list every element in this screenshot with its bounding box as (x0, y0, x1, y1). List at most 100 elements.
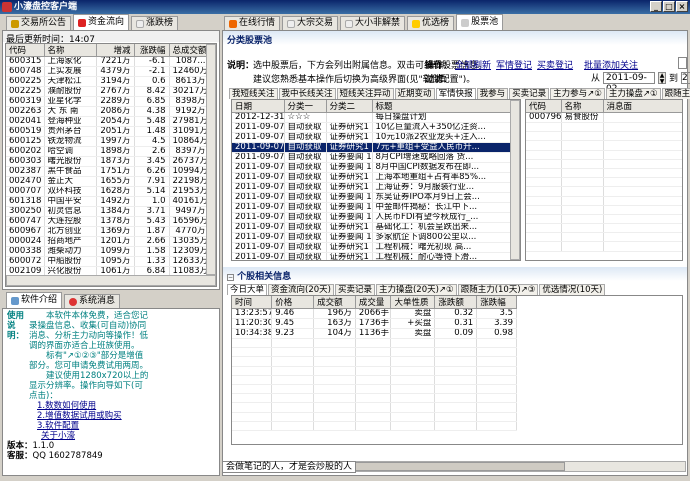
fund-flow-row[interactable]: 000707 双环科技 1628万 5.14 21953万 (6, 186, 210, 197)
batch-add-watch-link[interactable]: 批量添加关注 (584, 58, 638, 71)
fund-flow-row[interactable]: 002225 濮耐股份 2767万 8.42 30217万 (6, 86, 210, 97)
subtab[interactable]: 主力操盘↗① (605, 88, 661, 99)
subtab[interactable]: 我短线关注 (229, 88, 278, 99)
fund-flow-row[interactable]: 600748 上实发展 4379万 -2.1 12460万 (6, 66, 210, 77)
subtab[interactable]: 我中长线关注 (278, 88, 336, 99)
subtab[interactable]: 我参与 (476, 88, 509, 99)
fund-flow-column-header[interactable]: 涨跌幅 (134, 44, 170, 57)
tab-gainers[interactable]: 涨跌榜 (131, 16, 179, 30)
vertical-scrollbar[interactable] (510, 100, 520, 260)
link-settings[interactable]: 3.软件配置 (29, 421, 149, 431)
news-row[interactable]: 2011-09-07 自动获取 证券要闻 1 8月CPI增速或略回落 货... (232, 152, 513, 163)
news-column-header[interactable]: 日期 (232, 100, 285, 113)
tab-system-message[interactable]: 系统消息 (64, 294, 121, 308)
news-row[interactable]: 2012-12-31 ☆☆☆ 每日操盘计划 (232, 112, 513, 123)
news-row[interactable]: 2011-09-07 自动获取 证券研究1 基础化工：机会呈跌出来... (232, 222, 513, 233)
link-about[interactable]: 关于小濠 (29, 431, 149, 441)
news-column-header[interactable]: 分类二 (326, 100, 373, 113)
info-tab[interactable]: 资金流向(20天) (268, 284, 334, 295)
tab-live-quotes[interactable]: 在线行情 (224, 16, 281, 30)
deal-column-header[interactable]: 大单性质 (390, 296, 436, 309)
deal-column-header[interactable]: 价格 (271, 296, 315, 309)
info-tab[interactable]: 今日大单 (227, 284, 268, 295)
news-column-header[interactable]: 分类一 (284, 100, 327, 113)
subtab[interactable]: 买卖记录 (509, 88, 550, 99)
fund-flow-row[interactable]: 300127银河磁体938万8.5110601万 (6, 287, 209, 288)
minimize-button[interactable]: _ (650, 1, 662, 12)
news-row[interactable]: 2011-09-07 自动获取 证券研究1 10亿巨量流入+350亿注资... (232, 122, 513, 133)
info-tab[interactable]: 主力操盘(20天)↗① (375, 284, 457, 295)
fund-flow-row[interactable]: 600202 哈空调 1898万 2.6 8397万 (6, 146, 210, 157)
tab-top-picks[interactable]: 优选榜 (407, 16, 455, 30)
fund-flow-row[interactable]: 000338 潍柴动力 1099万 1.58 12309万 (6, 246, 210, 257)
link-trial-purchase[interactable]: 2.增值数据试用或购买 (29, 411, 149, 421)
fund-flow-column-header[interactable]: 总成交额 (169, 44, 210, 57)
subtab[interactable]: 主力参与↗① (550, 88, 605, 99)
fund-flow-row[interactable]: 600747 大连控股 1378万 5.43 16596万 (6, 216, 210, 227)
refresh-all-link[interactable]: 全部刷新 (455, 58, 491, 71)
news-row[interactable]: 2011-09-07 自动获取 证券研究1 10元10派2农业龙头+注入... (232, 132, 513, 143)
subtab[interactable]: 短线关注异动 (336, 88, 394, 99)
checkbox[interactable] (678, 57, 687, 69)
fund-flow-row[interactable]: 600967 北方创业 1369万 1.87 4770万 (6, 226, 210, 237)
subtab[interactable]: 跟随主力↗② (661, 88, 690, 99)
maximize-button[interactable]: □ (663, 1, 675, 12)
info-tab[interactable]: 跟随主力(10天)↗③ (457, 284, 539, 295)
stock-column-header[interactable]: 名称 (561, 100, 604, 113)
fund-flow-row[interactable]: 600319 亚星化学 2289万 6.85 8398万 (6, 96, 210, 107)
news-row[interactable]: 2011-09-07 自动获取 证券研究1 上海证券：9月服装行业... (232, 182, 513, 193)
deal-column-header[interactable]: 成交额 (313, 296, 356, 309)
fund-flow-row[interactable]: 600519 贵州茅台 2051万 1.48 31091万 (6, 126, 210, 137)
fund-flow-column-header[interactable]: 名称 (44, 44, 97, 57)
fund-flow-column-header[interactable]: 代码 (6, 44, 45, 57)
news-row[interactable]: 2011-09-07 自动获取 证券要闻 1 东吴证券IPO本月9日上会... (232, 192, 513, 203)
info-tab[interactable]: 买卖记录 (334, 284, 375, 295)
news-row[interactable]: 2011-09-07 自动获取 证券研究1 工程机械：曙光初现 高... (232, 242, 513, 253)
fund-flow-row[interactable]: 601318 中国平安 1492万 1.0 40161万 (6, 196, 210, 207)
fund-flow-row[interactable]: 600072 中船股份 1095万 1.33 12633万 (6, 256, 210, 267)
close-button[interactable]: × (676, 1, 688, 12)
fund-flow-row[interactable]: 600125 铁龙物流 1997万 4.5 10864万 (6, 136, 210, 147)
horizontal-scrollbar[interactable] (6, 275, 216, 286)
trade-register-link[interactable]: 买卖登记 (537, 58, 573, 71)
news-row[interactable]: 2011-09-07 自动获取 证券研究1 7元+重组+受益人民币升... (232, 142, 513, 153)
subtab[interactable]: 军情快报 (435, 88, 476, 99)
from-date-input[interactable]: 2011-09-02 (603, 71, 656, 94)
deal-row[interactable]: 13:23:57 9.46 196万 2066手 卖盘 0.32 3.5 (232, 308, 517, 319)
deal-column-header[interactable]: 涨跌额 (434, 296, 478, 309)
tab-fund-flow[interactable]: 资金流向 (73, 14, 130, 30)
fund-flow-row[interactable]: 600303 曙光股份 1873万 3.45 26737万 (6, 156, 210, 167)
news-row[interactable]: 2011-09-07 自动获取 证券要闻 1 人民币FDI有望今秋成行_... (232, 212, 513, 223)
vertical-scrollbar[interactable] (206, 44, 216, 275)
fund-flow-row[interactable]: 300250 初灵信息 1384万 3.71 9497万 (6, 206, 210, 217)
stock-column-header[interactable]: 消息面 (603, 100, 682, 113)
stock-row[interactable]: 000796 易食股份 (526, 112, 682, 123)
news-row[interactable]: 2011-09-07 自动获取 证券研究1 上海本地重组+占有率85%... (232, 172, 513, 183)
news-column-header[interactable]: 标题 (372, 100, 513, 113)
tab-unlock[interactable]: 大小非解禁 (340, 16, 406, 30)
news-row[interactable]: 2011-09-07 自动获取 证券要闻 1 中金邮件揭秘：长江中下... (232, 202, 513, 213)
fund-flow-row[interactable]: 600315 上海家化 7221万 -6.1 1087... (6, 56, 210, 67)
fund-flow-row[interactable]: 002041 登海种业 2054万 5.48 27981万 (6, 116, 210, 127)
collapse-icon[interactable]: − (227, 274, 234, 281)
deal-row[interactable]: 11:20:30 9.45 163万 1736手 +买盘 0.31 3.39 (232, 318, 517, 329)
fund-flow-column-header[interactable]: 增减 (96, 44, 135, 57)
date-spinner[interactable]: ▲ ▼ (658, 71, 667, 84)
subtab[interactable]: 近期变动 (394, 88, 435, 99)
tab-exchange-notice[interactable]: 交易所公告 (6, 16, 72, 30)
info-tab[interactable]: 优选情况(10天) (539, 284, 606, 295)
fund-flow-row[interactable]: 002387 黑牛食品 1751万 6.26 10994万 (6, 166, 210, 177)
deal-row[interactable]: 10:34:38 9.23 104万 1136手 卖盘 0.09 0.98 (232, 328, 517, 339)
fund-flow-row[interactable]: 002470 金正大 1655万 7.91 22198万 (6, 176, 210, 187)
stock-column-header[interactable]: 代码 (526, 100, 562, 113)
link-how-to-use[interactable]: 1.数数如何使用 (29, 401, 149, 411)
tab-software-intro[interactable]: 软件介绍 (6, 292, 63, 308)
news-row[interactable]: 2011-09-07 自动获取 证券要闻 1 多家航企下调800公里以... (232, 232, 513, 243)
fund-flow-row[interactable]: 000024 招商地产 1201万 2.66 13035万 (6, 236, 210, 247)
news-row[interactable]: 2011-09-07 自动获取 证券要闻 1 8月中国CPI数据发布在即... (232, 162, 513, 173)
fund-flow-row[interactable]: 002263 大 东 南 2086万 4.38 9192万 (6, 106, 210, 117)
tab-block-trade[interactable]: 大宗交易 (282, 16, 339, 30)
tab-stock-pool[interactable]: 股票池 (456, 14, 504, 30)
fund-flow-row[interactable]: 600225 天津松江 3194万 0.6 8613万 (6, 76, 210, 87)
intel-register-link[interactable]: 军情登记 (496, 58, 532, 71)
